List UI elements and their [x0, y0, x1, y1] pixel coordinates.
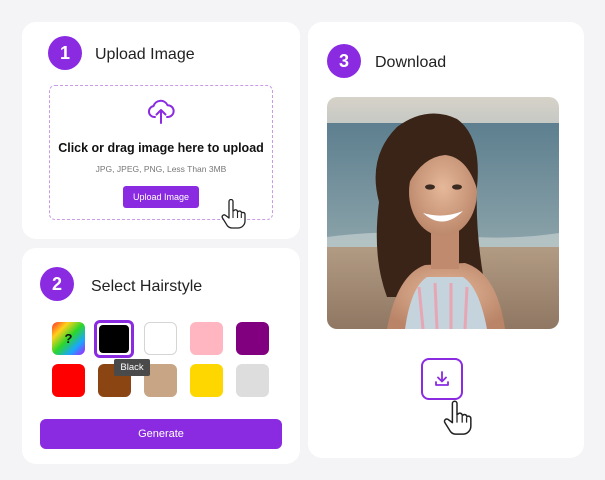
hand-cursor-icon: [221, 199, 246, 229]
step-1-badge: 1: [48, 36, 82, 70]
download-icon: [435, 371, 449, 386]
upload-card: 1 Upload Image Click or drag image here …: [22, 22, 300, 239]
dropzone-hint: JPG, JPEG, PNG, Less Than 3MB: [95, 164, 227, 174]
swatch-white[interactable]: [144, 322, 177, 355]
step-3-badge: 3: [327, 44, 361, 78]
swatch-black[interactable]: [94, 320, 134, 358]
download-card: 3 Download: [308, 22, 584, 458]
swatch-purple[interactable]: [236, 322, 269, 355]
upload-dropzone[interactable]: Click or drag image here to upload JPG, …: [49, 85, 273, 229]
hairstyle-card: 2 Select Hairstyle ? Black Generate: [22, 248, 300, 464]
generate-button[interactable]: Generate: [40, 419, 282, 449]
swatch-random[interactable]: ?: [52, 322, 85, 355]
step-2-badge: 2: [40, 267, 74, 301]
swatch-random-label: ?: [64, 331, 73, 346]
dropzone-text: Click or drag image here to upload: [58, 141, 264, 155]
result-photo: [327, 97, 559, 329]
cloud-upload-icon: [147, 99, 175, 124]
swatch-pink[interactable]: [190, 322, 223, 355]
swatch-silver[interactable]: [236, 364, 269, 397]
swatch-gold[interactable]: [190, 364, 223, 397]
download-title: Download: [375, 54, 447, 71]
hand-cursor-icon: [443, 400, 472, 435]
upload-title: Upload Image: [95, 46, 195, 63]
hairstyle-title: Select Hairstyle: [91, 278, 203, 295]
upload-image-button[interactable]: Upload Image: [123, 186, 199, 208]
download-button[interactable]: [421, 358, 463, 400]
swatch-red[interactable]: [52, 364, 85, 397]
swatch-tooltip: Black: [114, 359, 150, 376]
